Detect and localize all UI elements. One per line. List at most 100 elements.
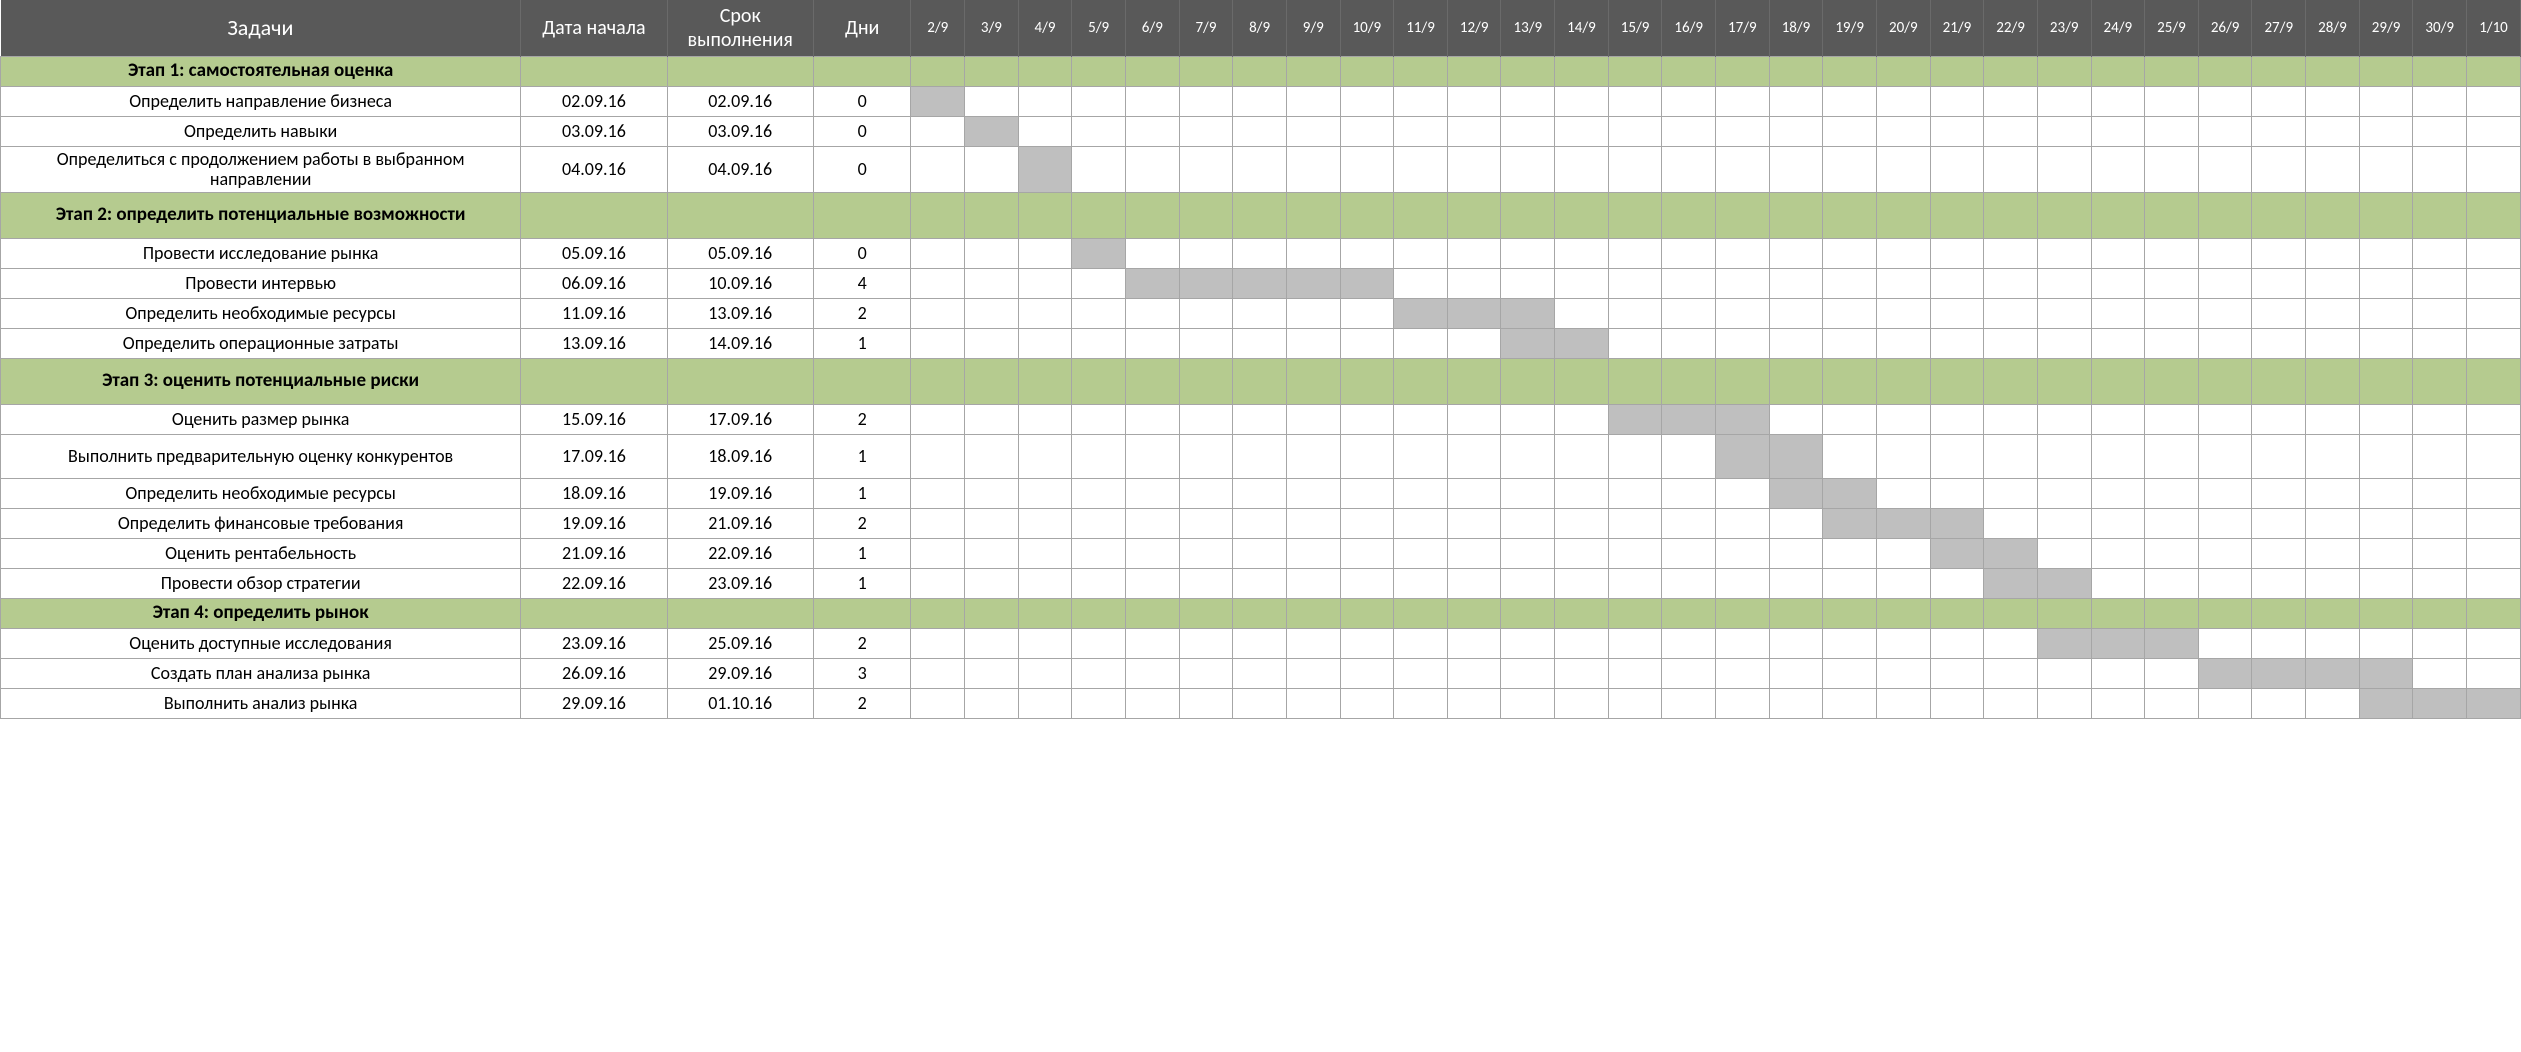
gantt-cell[interactable] [2413,628,2467,658]
gantt-cell[interactable] [2467,116,2521,146]
gantt-cell[interactable] [1662,598,1716,628]
gantt-cell[interactable] [1394,238,1448,268]
gantt-cell[interactable] [1823,86,1877,116]
gantt-cell[interactable] [2198,434,2252,478]
gantt-cell[interactable] [2467,328,2521,358]
gantt-cell[interactable] [911,688,965,718]
gantt-cell[interactable] [1501,538,1555,568]
cell-start[interactable] [521,192,667,238]
gantt-cell[interactable] [1716,478,1770,508]
gantt-cell[interactable] [1608,568,1662,598]
gantt-cell[interactable] [2413,478,2467,508]
gantt-cell[interactable] [965,688,1019,718]
gantt-cell[interactable] [2037,358,2091,404]
gantt-cell[interactable] [1394,508,1448,538]
gantt-cell[interactable] [1555,116,1609,146]
gantt-cell[interactable] [1233,508,1287,538]
gantt-cell[interactable] [2359,358,2413,404]
gantt-bar-cell[interactable] [1179,268,1233,298]
gantt-cell[interactable] [1179,688,1233,718]
gantt-cell[interactable] [1447,598,1501,628]
gantt-cell[interactable] [1072,192,1126,238]
gantt-cell[interactable] [1984,238,2038,268]
gantt-cell[interactable] [1179,328,1233,358]
gantt-cell[interactable] [1233,56,1287,86]
gantt-cell[interactable] [1930,568,1984,598]
cell-start[interactable]: 04.09.16 [521,146,667,192]
gantt-cell[interactable] [1394,628,1448,658]
gantt-cell[interactable] [911,328,965,358]
gantt-cell[interactable] [1072,434,1126,478]
gantt-cell[interactable] [965,508,1019,538]
gantt-cell[interactable] [1340,298,1394,328]
gantt-cell[interactable] [1608,658,1662,688]
gantt-cell[interactable] [1608,116,1662,146]
gantt-cell[interactable] [1447,56,1501,86]
gantt-cell[interactable] [2252,56,2306,86]
gantt-cell[interactable] [2359,478,2413,508]
gantt-cell[interactable] [2252,116,2306,146]
gantt-cell[interactable] [1930,192,1984,238]
gantt-cell[interactable] [1608,358,1662,404]
gantt-cell[interactable] [1340,404,1394,434]
gantt-cell[interactable] [1394,86,1448,116]
gantt-cell[interactable] [1930,434,1984,478]
gantt-cell[interactable] [965,404,1019,434]
gantt-cell[interactable] [1608,628,1662,658]
gantt-cell[interactable] [1286,146,1340,192]
gantt-cell[interactable] [1233,658,1287,688]
gantt-cell[interactable] [2252,238,2306,268]
gantt-cell[interactable] [2359,116,2413,146]
gantt-cell[interactable] [2306,298,2360,328]
cell-due[interactable]: 04.09.16 [667,146,813,192]
gantt-cell[interactable] [2359,268,2413,298]
gantt-cell[interactable] [1286,328,1340,358]
gantt-cell[interactable] [1876,358,1930,404]
gantt-cell[interactable] [2037,146,2091,192]
gantt-cell[interactable] [2091,328,2145,358]
gantt-cell[interactable] [1394,358,1448,404]
gantt-cell[interactable] [1018,478,1072,508]
gantt-cell[interactable] [1930,358,1984,404]
gantt-cell[interactable] [2037,116,2091,146]
gantt-cell[interactable] [2091,56,2145,86]
gantt-cell[interactable] [2091,688,2145,718]
gantt-cell[interactable] [1608,56,1662,86]
gantt-cell[interactable] [1447,658,1501,688]
gantt-cell[interactable] [1716,238,1770,268]
gantt-cell[interactable] [2252,568,2306,598]
gantt-cell[interactable] [1286,538,1340,568]
cell-days[interactable]: 1 [813,568,911,598]
gantt-cell[interactable] [1447,328,1501,358]
gantt-cell[interactable] [1072,404,1126,434]
gantt-cell[interactable] [2037,508,2091,538]
gantt-cell[interactable] [1340,56,1394,86]
gantt-cell[interactable] [1125,298,1179,328]
gantt-bar-cell[interactable] [2037,628,2091,658]
cell-start[interactable]: 02.09.16 [521,86,667,116]
gantt-cell[interactable] [911,404,965,434]
gantt-cell[interactable] [1340,238,1394,268]
gantt-cell[interactable] [1125,688,1179,718]
gantt-cell[interactable] [1876,86,1930,116]
gantt-cell[interactable] [1930,478,1984,508]
gantt-cell[interactable] [1876,688,1930,718]
gantt-cell[interactable] [1447,404,1501,434]
gantt-cell[interactable] [2359,192,2413,238]
gantt-cell[interactable] [1876,658,1930,688]
gantt-cell[interactable] [1072,328,1126,358]
gantt-cell[interactable] [1501,358,1555,404]
gantt-cell[interactable] [1018,404,1072,434]
gantt-cell[interactable] [1555,238,1609,268]
gantt-cell[interactable] [2413,328,2467,358]
gantt-cell[interactable] [1555,146,1609,192]
gantt-cell[interactable] [1447,478,1501,508]
gantt-cell[interactable] [1984,192,2038,238]
gantt-cell[interactable] [1769,238,1823,268]
gantt-cell[interactable] [1340,598,1394,628]
gantt-cell[interactable] [2145,192,2199,238]
gantt-cell[interactable] [1447,146,1501,192]
gantt-cell[interactable] [1286,192,1340,238]
gantt-cell[interactable] [2198,238,2252,268]
gantt-cell[interactable] [2198,478,2252,508]
